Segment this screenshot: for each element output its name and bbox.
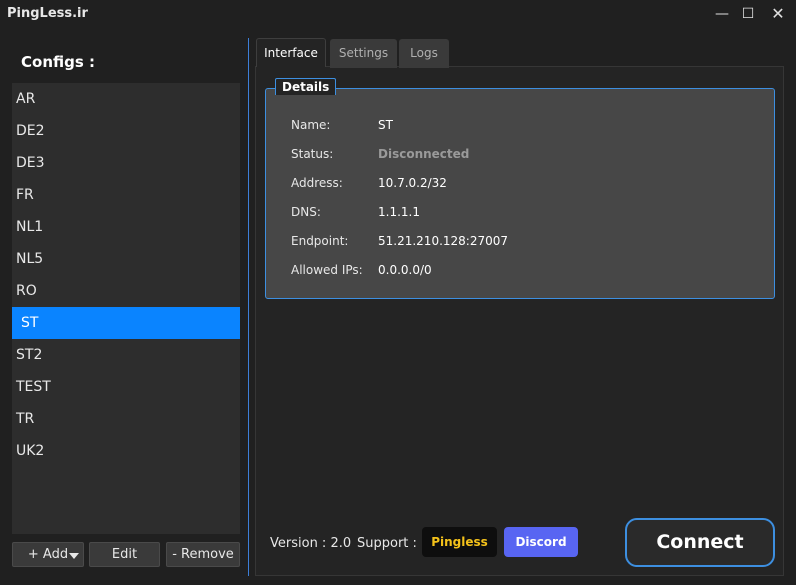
status-label: Status: xyxy=(291,147,334,161)
add-button-label: + Add xyxy=(27,547,69,562)
config-item-ar[interactable]: AR xyxy=(12,83,240,115)
config-item-de3[interactable]: DE3 xyxy=(12,147,240,179)
config-item-st[interactable]: ST xyxy=(12,307,240,339)
endpoint-value: 51.21.210.128:27007 xyxy=(378,234,509,248)
address-value: 10.7.0.2/32 xyxy=(378,176,447,190)
allowed-ips-label: Allowed IPs: xyxy=(291,263,363,277)
add-config-button[interactable]: + Add xyxy=(12,542,84,567)
tab-settings[interactable]: Settings xyxy=(330,39,397,68)
close-icon[interactable]: ✕ xyxy=(768,4,788,24)
name-label: Name: xyxy=(291,118,331,132)
pingless-button[interactable]: Pingless xyxy=(422,527,497,557)
support-label: Support : xyxy=(357,536,417,551)
tab-interface[interactable]: Interface xyxy=(256,38,326,67)
connect-button[interactable]: Connect xyxy=(625,518,775,567)
remove-config-button[interactable]: - Remove xyxy=(166,542,240,567)
title-bar: PingLess.ir — ☐ ✕ xyxy=(0,0,796,30)
app-title: PingLess.ir xyxy=(7,6,88,21)
config-item-nl5[interactable]: NL5 xyxy=(12,243,240,275)
tab-logs[interactable]: Logs xyxy=(399,39,449,68)
details-legend: Details xyxy=(275,78,337,95)
configs-heading: Configs : xyxy=(21,53,95,71)
config-item-fr[interactable]: FR xyxy=(12,179,240,211)
minimize-icon[interactable]: — xyxy=(712,4,732,24)
config-item-st2[interactable]: ST2 xyxy=(12,339,240,371)
allowed-ips-value: 0.0.0.0/0 xyxy=(378,263,432,277)
version-text: Version : 2.0 xyxy=(270,536,352,551)
address-label: Address: xyxy=(291,176,343,190)
config-item-tr[interactable]: TR xyxy=(12,403,240,435)
edit-config-button[interactable]: Edit xyxy=(89,542,160,567)
config-item-de2[interactable]: DE2 xyxy=(12,115,240,147)
config-list[interactable]: AR DE2 DE3 FR NL1 NL5 RO ST ST2 TEST TR … xyxy=(12,83,240,534)
discord-button[interactable]: Discord xyxy=(504,527,578,557)
config-item-test[interactable]: TEST xyxy=(12,371,240,403)
endpoint-label: Endpoint: xyxy=(291,234,349,248)
dropdown-arrow-icon[interactable] xyxy=(69,553,79,559)
config-item-uk2[interactable]: UK2 xyxy=(12,435,240,467)
dns-value: 1.1.1.1 xyxy=(378,205,420,219)
maximize-icon[interactable]: ☐ xyxy=(738,4,758,24)
panel-divider xyxy=(248,38,249,576)
config-item-ro[interactable]: RO xyxy=(12,275,240,307)
name-value: ST xyxy=(378,118,393,132)
status-value: Disconnected xyxy=(378,147,470,161)
config-item-nl1[interactable]: NL1 xyxy=(12,211,240,243)
dns-label: DNS: xyxy=(291,205,321,219)
